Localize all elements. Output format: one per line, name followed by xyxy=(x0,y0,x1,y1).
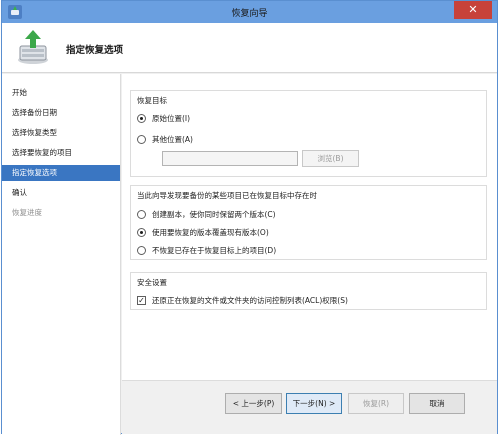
nav-item-select-backup-date[interactable]: 选择备份日期 xyxy=(2,105,120,121)
overwrite-radio[interactable] xyxy=(137,227,146,237)
nav-item-specify-options[interactable]: 指定恢复选项 xyxy=(2,165,120,181)
conflict-handling-group: 当此向导发现要备份的某些项目已在恢复目标中存在时 创建副本，使你同时保留两个版本… xyxy=(130,185,487,260)
overwrite-option[interactable]: 使用要恢复的版本覆盖现有版本(O) xyxy=(137,226,269,238)
close-button[interactable]: ✕ xyxy=(454,1,492,19)
browse-button[interactable]: 浏览(B) xyxy=(302,150,359,167)
restore-target-group: 恢复目标 原始位置(I) 其他位置(A) 浏览(B) xyxy=(130,90,487,177)
nav-item-start[interactable]: 开始 xyxy=(2,85,120,101)
original-location-label: 原始位置(I) xyxy=(152,113,191,123)
wizard-header: 指定恢复选项 xyxy=(2,23,497,73)
next-button[interactable]: 下一步(N) > xyxy=(286,393,342,414)
nav-item-select-recovery-type[interactable]: 选择恢复类型 xyxy=(2,125,120,141)
back-button[interactable]: < 上一步(P) xyxy=(225,393,282,414)
nav-item-select-items[interactable]: 选择要恢复的项目 xyxy=(2,145,120,161)
skip-existing-option[interactable]: 不恢复已存在于恢复目标上的项目(D) xyxy=(137,244,276,256)
original-location-option[interactable]: 原始位置(I) xyxy=(137,112,190,124)
other-location-radio[interactable] xyxy=(137,134,146,144)
wizard-footer: < 上一步(P) 下一步(N) > 恢复(R) 取消 xyxy=(122,380,497,434)
skip-existing-label: 不恢复已存在于恢复目标上的项目(D) xyxy=(152,245,277,255)
nav-item-confirmation[interactable]: 确认 xyxy=(2,185,120,201)
restore-button: 恢复(R) xyxy=(348,393,404,414)
title-bar[interactable]: 恢复向导 ✕ xyxy=(2,1,497,23)
create-copy-radio[interactable] xyxy=(137,209,146,219)
page-title: 指定恢复选项 xyxy=(66,45,124,56)
other-location-label: 其他位置(A) xyxy=(152,134,193,144)
security-settings-title: 安全设置 xyxy=(137,278,167,287)
acl-checkbox[interactable]: ✓ xyxy=(137,295,146,305)
original-location-radio[interactable] xyxy=(137,113,146,123)
restore-wizard-window: 恢复向导 ✕ 指定恢复选项 开始 选择备份日期 选择恢复类型 选择要恢复的项目 … xyxy=(1,0,498,435)
cancel-button[interactable]: 取消 xyxy=(409,393,465,414)
close-icon: ✕ xyxy=(468,3,478,16)
overwrite-label: 使用要恢复的版本覆盖现有版本(O) xyxy=(152,227,269,237)
wizard-step-nav: 开始 选择备份日期 选择恢复类型 选择要恢复的项目 指定恢复选项 确认 恢复进度 xyxy=(2,74,121,435)
create-copy-option[interactable]: 创建副本，使你同时保留两个版本(C) xyxy=(137,208,276,220)
acl-label: 还原正在恢复的文件或文件夹的访问控制列表(ACL)权限(S) xyxy=(152,295,348,305)
other-location-option[interactable]: 其他位置(A) xyxy=(137,133,193,145)
conflict-handling-title: 当此向导发现要备份的某些项目已在恢复目标中存在时 xyxy=(137,191,317,200)
skip-existing-radio[interactable] xyxy=(137,245,146,255)
create-copy-label: 创建副本，使你同时保留两个版本(C) xyxy=(152,209,276,219)
window-title: 恢复向导 xyxy=(231,9,268,19)
nav-item-recovery-progress: 恢复进度 xyxy=(12,208,42,217)
acl-option[interactable]: ✓ 还原正在恢复的文件或文件夹的访问控制列表(ACL)权限(S) xyxy=(137,294,348,306)
restore-server-icon xyxy=(18,30,48,64)
other-location-path-input[interactable] xyxy=(162,151,298,166)
security-settings-group: 安全设置 ✓ 还原正在恢复的文件或文件夹的访问控制列表(ACL)权限(S) xyxy=(130,272,487,310)
restore-target-title: 恢复目标 xyxy=(137,96,167,105)
